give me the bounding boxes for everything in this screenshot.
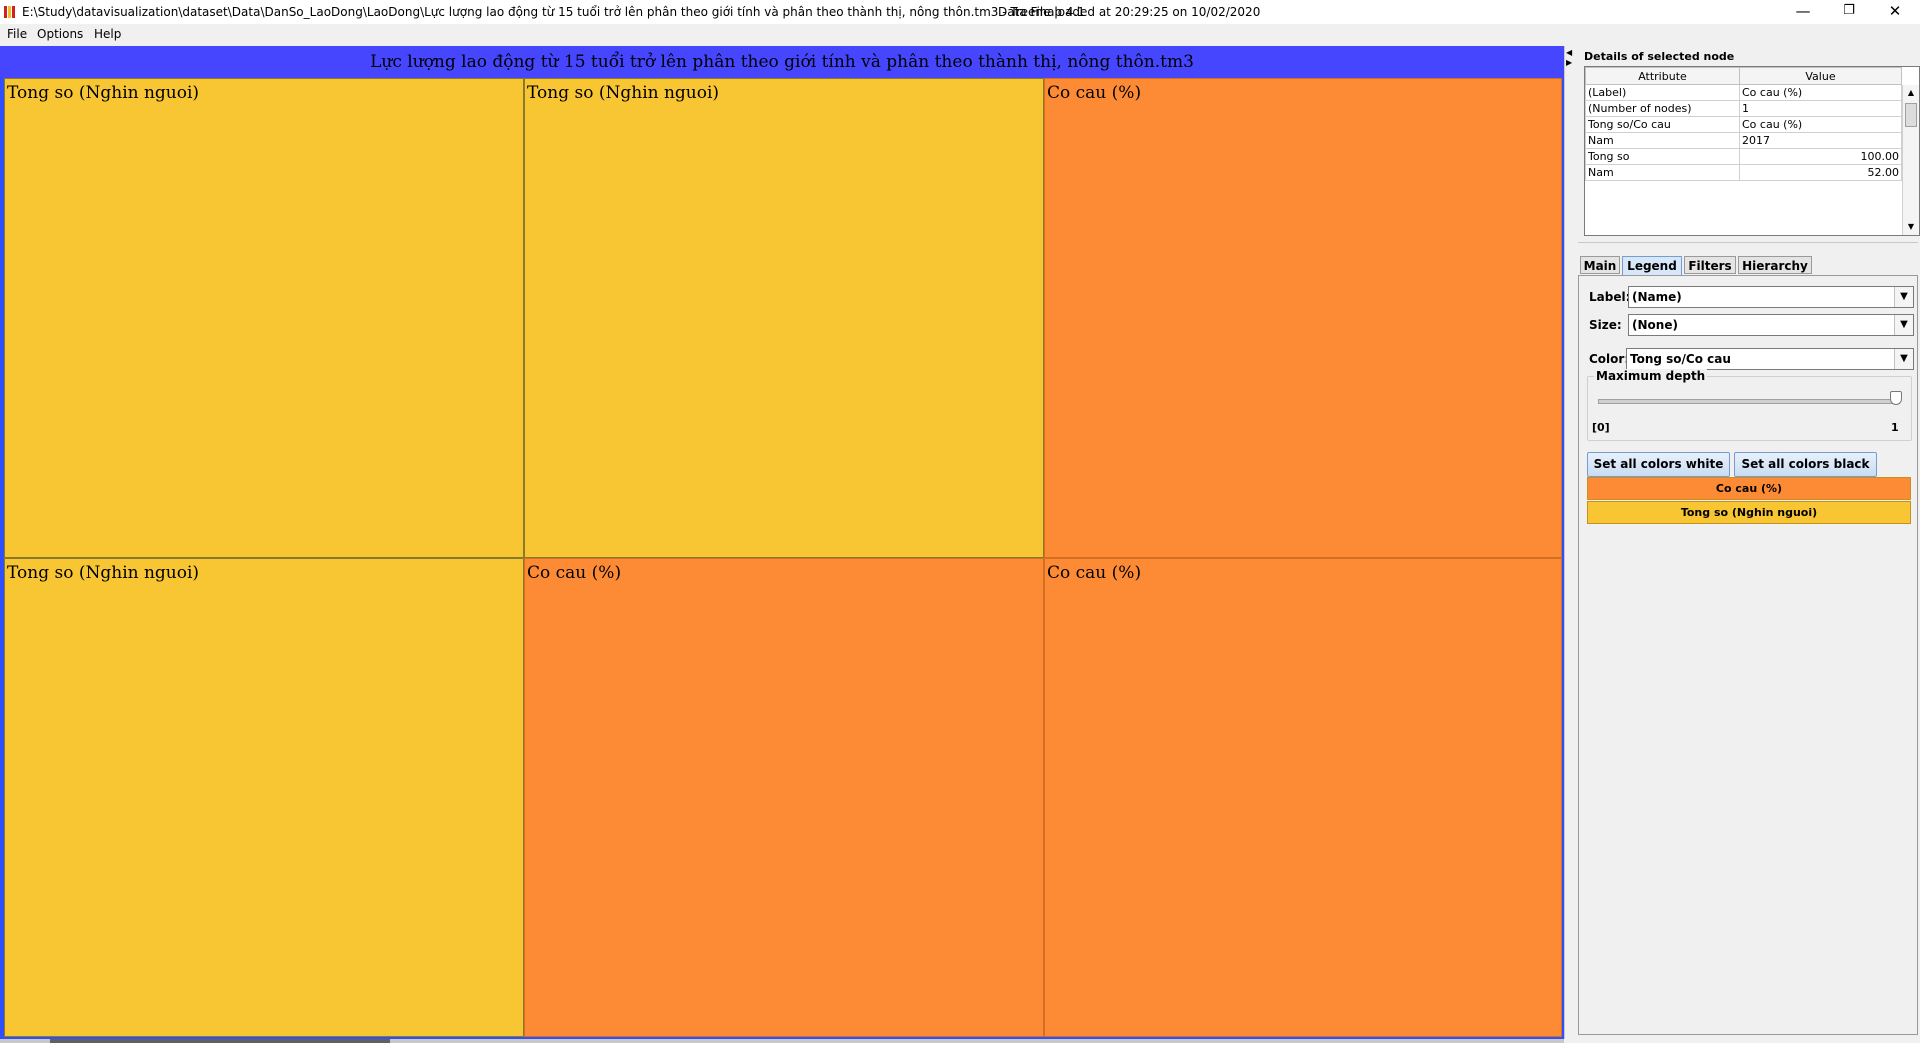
value-cell: 100.00: [1739, 148, 1902, 165]
treemap-cell[interactable]: Co cau (%): [1044, 78, 1562, 558]
value-cell: 52.00: [1739, 164, 1902, 181]
collapse-left-icon[interactable]: ◀: [1566, 49, 1572, 57]
menu-file[interactable]: File: [7, 27, 27, 41]
chevron-down-icon[interactable]: ▼: [1894, 287, 1913, 307]
close-button[interactable]: ✕: [1872, 0, 1918, 24]
control-panel: Details of selected node Attribute Value…: [1574, 46, 1920, 1039]
max-depth-group: Maximum depth [0] 1: [1587, 369, 1912, 441]
color-select-value: Tong so/Co cau: [1630, 352, 1731, 366]
attr-cell: Tong so: [1585, 148, 1740, 165]
value-cell: Co cau (%): [1739, 84, 1902, 101]
slider-thumb[interactable]: [1890, 391, 1902, 405]
scroll-up-icon[interactable]: ▲: [1905, 87, 1917, 99]
tab-hierarchy[interactable]: Hierarchy: [1738, 256, 1812, 274]
load-status: Data File loaded at 20:29:25 on 10/02/20…: [998, 5, 1261, 19]
label-select-value: (Name): [1632, 290, 1682, 304]
treemap-cell[interactable]: Tong so (Nghin nguoi): [4, 558, 524, 1037]
value-cell: Co cau (%): [1739, 116, 1902, 133]
size-select-value: (None): [1632, 318, 1678, 332]
color-select[interactable]: Tong so/Co cau ▼: [1626, 348, 1914, 370]
chevron-down-icon[interactable]: ▼: [1894, 349, 1913, 369]
value-cell: 2017: [1739, 132, 1902, 149]
menu-help[interactable]: Help: [94, 27, 121, 41]
menu-options[interactable]: Options: [37, 27, 83, 41]
collapse-right-icon[interactable]: ▶: [1566, 59, 1572, 67]
attr-cell: Nam: [1585, 132, 1740, 149]
table-row[interactable]: Nam 52.00: [1585, 164, 1902, 181]
panel-splitter[interactable]: ◀ ▶: [1564, 46, 1574, 1039]
table-row[interactable]: Tong so/Co cau Co cau (%): [1585, 116, 1902, 133]
treemap-app-icon: [4, 6, 16, 18]
label-field-label: Label:: [1589, 290, 1631, 304]
title-bar: E:\Study\datavisualization\dataset\Data\…: [0, 0, 1920, 24]
legend-entry[interactable]: Co cau (%): [1587, 477, 1911, 500]
table-row[interactable]: (Label) Co cau (%): [1585, 84, 1902, 101]
treemap-view[interactable]: Lực lượng lao động từ 15 tuổi trở lên ph…: [0, 46, 1564, 1039]
scroll-down-icon[interactable]: ▼: [1905, 221, 1917, 233]
table-row[interactable]: Nam 2017: [1585, 132, 1902, 149]
details-title: Details of selected node: [1584, 50, 1735, 63]
tab-main[interactable]: Main: [1580, 256, 1620, 274]
chevron-down-icon[interactable]: ▼: [1894, 315, 1913, 335]
treemap-cell[interactable]: Co cau (%): [524, 558, 1044, 1037]
size-select[interactable]: (None) ▼: [1628, 314, 1914, 336]
treemap-root-label[interactable]: Lực lượng lao động từ 15 tuổi trở lên ph…: [0, 46, 1564, 78]
panel-divider[interactable]: [1578, 242, 1918, 249]
tab-filters[interactable]: Filters: [1684, 256, 1736, 274]
label-select[interactable]: (Name) ▼: [1628, 286, 1914, 308]
value-cell: 1: [1739, 100, 1902, 117]
details-scrollbar[interactable]: ▲ ▼: [1902, 85, 1919, 235]
table-row[interactable]: (Number of nodes) 1: [1585, 100, 1902, 117]
set-colors-black-button[interactable]: Set all colors black: [1734, 452, 1877, 477]
treemap-cell[interactable]: Tong so (Nghin nguoi): [524, 78, 1044, 558]
tab-legend[interactable]: Legend: [1622, 256, 1682, 276]
set-colors-white-button[interactable]: Set all colors white: [1587, 452, 1730, 477]
scroll-thumb[interactable]: [1905, 103, 1917, 127]
treemap-cell[interactable]: Tong so (Nghin nguoi): [4, 78, 524, 558]
legend-tab-content: Label: (Name) ▼ Size: (None) ▼ Color: To…: [1578, 275, 1918, 1035]
attr-cell: (Label): [1585, 84, 1740, 101]
minimize-button[interactable]: —: [1780, 0, 1826, 24]
attr-cell: Nam: [1585, 164, 1740, 181]
attr-cell: (Number of nodes): [1585, 100, 1740, 117]
depth-max-label: 1: [1891, 421, 1899, 434]
table-row[interactable]: Tong so 100.00: [1585, 148, 1902, 165]
attr-cell: Tong so/Co cau: [1585, 116, 1740, 133]
depth-min-label: [0]: [1592, 421, 1610, 434]
max-depth-slider[interactable]: [1598, 399, 1900, 404]
column-header-attribute[interactable]: Attribute: [1585, 67, 1740, 85]
column-header-value[interactable]: Value: [1739, 67, 1902, 85]
horizontal-scrollbar[interactable]: [0, 1039, 1564, 1043]
legend-entry[interactable]: Tong so (Nghin nguoi): [1587, 501, 1911, 524]
menu-bar: File Options Help: [0, 24, 1920, 45]
size-field-label: Size:: [1589, 318, 1622, 332]
max-depth-title: Maximum depth: [1594, 369, 1708, 383]
color-field-label: Color:: [1589, 352, 1630, 366]
treemap-cell[interactable]: Co cau (%): [1044, 558, 1562, 1037]
window-title: E:\Study\datavisualization\dataset\Data\…: [22, 5, 1085, 19]
scroll-thumb[interactable]: [50, 1039, 390, 1043]
restore-button[interactable]: ❐: [1826, 0, 1872, 24]
details-table[interactable]: Attribute Value (Label) Co cau (%) (Numbe…: [1584, 66, 1920, 236]
